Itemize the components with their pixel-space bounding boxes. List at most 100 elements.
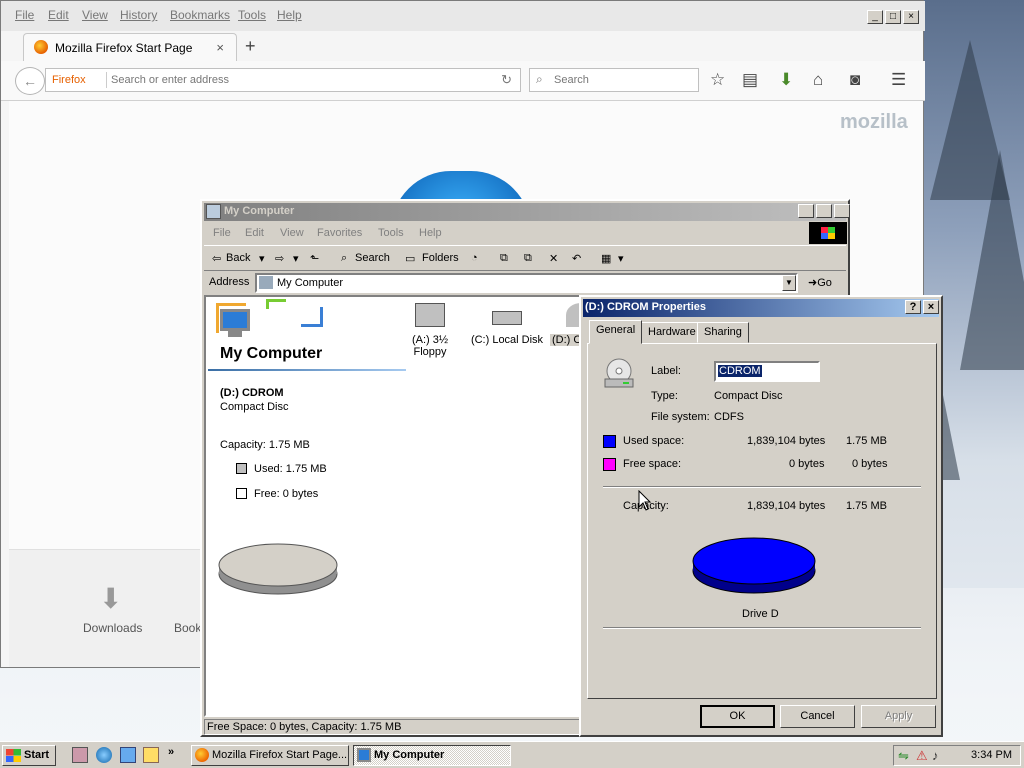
star-icon[interactable]: ☆ bbox=[710, 70, 725, 90]
close-button[interactable]: × bbox=[834, 204, 850, 218]
menu-help[interactable]: Help bbox=[419, 227, 442, 239]
back-button[interactable]: Back bbox=[226, 252, 250, 264]
forward-dropdown-icon[interactable]: ▾ bbox=[293, 252, 299, 265]
dialog-close-button[interactable]: × bbox=[923, 300, 939, 314]
copy-to-icon[interactable]: ⧉ bbox=[524, 252, 532, 265]
undo-icon[interactable]: ↶ bbox=[572, 252, 581, 265]
used-space-bytes: 1,839,104 bytes bbox=[747, 435, 826, 447]
file-system-caption: File system: bbox=[651, 411, 710, 423]
chevron-down-icon[interactable]: ▼ bbox=[782, 275, 796, 291]
quick-launch-chevron-icon[interactable]: » bbox=[168, 746, 174, 758]
cancel-button[interactable]: Cancel bbox=[780, 705, 855, 728]
monitor-base bbox=[228, 331, 242, 337]
tab-start-page[interactable]: Mozilla Firefox Start Page × bbox=[23, 33, 237, 61]
used-space-mb: 1.75 MB bbox=[846, 435, 887, 447]
address-field[interactable]: My Computer ▼ bbox=[255, 273, 798, 293]
security-icon[interactable]: ⚠ bbox=[916, 748, 928, 764]
downloads-link[interactable]: Downloads bbox=[83, 621, 142, 635]
explorer-search-icon[interactable] bbox=[143, 747, 159, 763]
new-tab-button[interactable]: + bbox=[245, 36, 256, 57]
menu-edit[interactable]: Edit bbox=[245, 227, 264, 239]
url-placeholder[interactable]: Search or enter address bbox=[111, 74, 229, 86]
start-button[interactable]: Start bbox=[2, 745, 56, 766]
clock[interactable]: 3:34 PM bbox=[971, 749, 1012, 761]
download-icon[interactable]: ⬇ bbox=[779, 70, 793, 90]
show-desktop-icon[interactable] bbox=[72, 747, 88, 763]
tab-general[interactable]: General bbox=[589, 320, 643, 344]
menu-favorites[interactable]: Favorites bbox=[317, 227, 362, 239]
reload-icon[interactable]: ↻ bbox=[501, 72, 512, 88]
separator bbox=[603, 486, 921, 488]
tab-title: Mozilla Firefox Start Page bbox=[55, 41, 193, 55]
menu-history[interactable]: History bbox=[120, 8, 157, 22]
back-dropdown-icon[interactable]: ▾ bbox=[259, 252, 265, 265]
internet-explorer-icon[interactable] bbox=[96, 747, 112, 763]
reading-list-icon[interactable]: ▤ bbox=[742, 70, 758, 90]
pie-used-slice bbox=[218, 543, 338, 587]
task-my-computer[interactable]: My Computer bbox=[353, 745, 511, 766]
downloads-icon[interactable]: ⬇ bbox=[99, 584, 129, 614]
menu-view[interactable]: View bbox=[82, 8, 108, 22]
maximize-button[interactable]: □ bbox=[885, 10, 901, 24]
identity-label[interactable]: Firefox bbox=[52, 74, 86, 86]
address-value[interactable]: My Computer bbox=[277, 277, 343, 289]
ok-button[interactable]: OK bbox=[700, 705, 775, 728]
minimize-button[interactable]: _ bbox=[867, 10, 883, 24]
menu-help[interactable]: Help bbox=[277, 8, 302, 22]
label-input[interactable]: CDROM bbox=[714, 361, 820, 382]
selected-drive-free: Free: 0 bytes bbox=[254, 488, 319, 500]
tab-hardware[interactable]: Hardware bbox=[641, 322, 703, 343]
back-arrow-icon[interactable]: ← bbox=[15, 67, 45, 95]
move-to-icon[interactable]: ⧉ bbox=[500, 252, 508, 265]
minimize-button[interactable]: _ bbox=[798, 204, 814, 218]
menu-view[interactable]: View bbox=[280, 227, 304, 239]
views-icon[interactable]: ▦ bbox=[601, 252, 611, 265]
search-input[interactable]: ⌕ Search bbox=[529, 68, 699, 92]
close-button[interactable]: × bbox=[903, 10, 919, 24]
pocket-icon[interactable]: ◙ bbox=[850, 70, 860, 90]
network-icon[interactable]: ⇋ bbox=[898, 748, 909, 764]
views-dropdown-icon[interactable]: ▾ bbox=[618, 252, 624, 265]
menu-icon[interactable]: ☰ bbox=[891, 70, 906, 90]
url-bar[interactable]: Firefox Search or enter address ↻ bbox=[45, 68, 521, 92]
bookmarks-link[interactable]: Book bbox=[174, 621, 201, 635]
search-button[interactable]: Search bbox=[355, 252, 390, 264]
folders-button[interactable]: Folders bbox=[422, 252, 459, 264]
floppy-drive-item[interactable]: (A:) 3½ Floppy bbox=[410, 303, 450, 358]
tab-close-icon[interactable]: × bbox=[216, 40, 224, 55]
menu-tools[interactable]: Tools bbox=[238, 8, 266, 22]
free-space-mb: 0 bytes bbox=[852, 458, 888, 470]
pie-used-slice bbox=[692, 537, 816, 585]
dialog-titlebar[interactable]: (D:) CDROM Properties ? × bbox=[583, 299, 939, 317]
menu-bookmarks[interactable]: Bookmarks bbox=[170, 8, 230, 22]
menu-file[interactable]: File bbox=[15, 8, 34, 22]
home-icon[interactable]: ⌂ bbox=[813, 70, 823, 90]
outlook-express-icon[interactable] bbox=[120, 747, 136, 763]
apply-button[interactable]: Apply bbox=[861, 705, 936, 728]
tab-sharing[interactable]: Sharing bbox=[697, 322, 749, 343]
maximize-button[interactable]: □ bbox=[816, 204, 832, 218]
history-icon[interactable]: ◔ bbox=[471, 252, 478, 264]
label-value[interactable]: CDROM bbox=[718, 365, 762, 377]
delete-icon[interactable]: ✕ bbox=[549, 252, 558, 265]
forward-arrow-icon[interactable]: ⇨ bbox=[275, 252, 284, 265]
mozilla-logo: mozilla bbox=[840, 111, 908, 133]
file-system-value: CDFS bbox=[714, 411, 744, 423]
floppy-drive-label: (A:) 3½ bbox=[411, 334, 449, 346]
used-space-swatch bbox=[603, 435, 616, 448]
task-firefox[interactable]: Mozilla Firefox Start Page... bbox=[191, 745, 349, 766]
menu-edit[interactable]: Edit bbox=[48, 8, 69, 22]
local-disk-item[interactable]: (C:) Local Disk bbox=[470, 303, 544, 346]
back-arrow-icon[interactable]: ⇦ bbox=[212, 252, 221, 265]
up-folder-icon[interactable]: ⬑ bbox=[310, 252, 319, 265]
volume-icon[interactable]: ♪ bbox=[932, 748, 939, 763]
used-space-caption: Used space: bbox=[623, 435, 685, 447]
go-button[interactable]: ➜Go bbox=[808, 276, 832, 289]
menu-file[interactable]: File bbox=[213, 227, 231, 239]
search-icon[interactable]: ⌕ bbox=[341, 252, 347, 265]
my-computer-titlebar[interactable]: My Computer _ □ × bbox=[204, 203, 850, 221]
help-button[interactable]: ? bbox=[905, 300, 921, 314]
folders-icon[interactable]: ▭ bbox=[405, 252, 415, 265]
menu-tools[interactable]: Tools bbox=[378, 227, 404, 239]
free-space-caption: Free space: bbox=[623, 458, 682, 470]
